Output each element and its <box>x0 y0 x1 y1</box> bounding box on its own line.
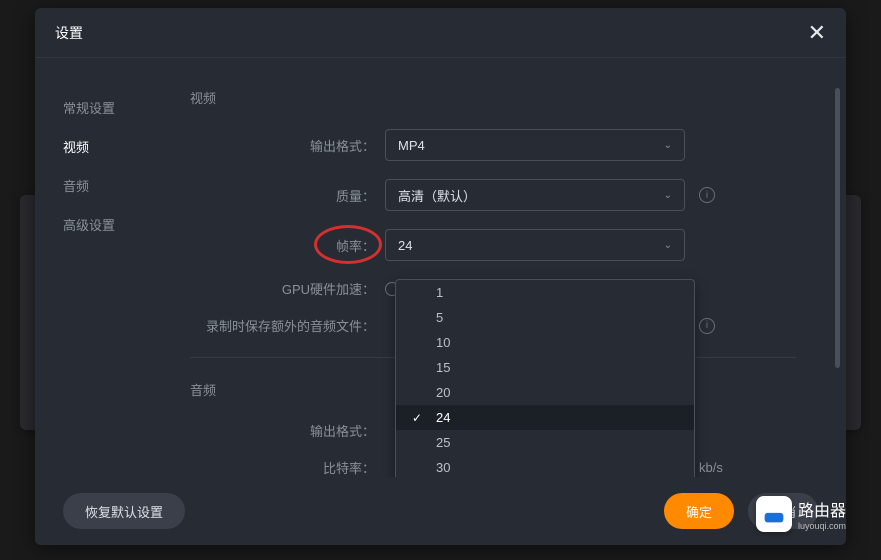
reset-button[interactable]: 恢复默认设置 <box>63 493 185 529</box>
sidebar: 常规设置 视频 音频 高级设置 <box>35 58 190 477</box>
framerate-option-24[interactable]: 24 <box>396 405 694 430</box>
close-icon[interactable]: ✕ <box>808 20 826 46</box>
framerate-value: 24 <box>398 238 412 253</box>
bitrate-unit: kb/s <box>699 460 723 475</box>
chevron-down-icon: ⌄ <box>664 240 672 251</box>
section-title-video: 视频 <box>190 88 796 107</box>
gpu-label: GPU硬件加速： <box>190 279 385 298</box>
footer: 恢复默认设置 确定 取消 <box>35 477 846 545</box>
info-icon[interactable]: i <box>699 187 715 203</box>
router-icon <box>756 496 792 532</box>
settings-dialog: 设置 ✕ 常规设置 视频 音频 高级设置 视频 输出格式： MP4 ⌄ 质量： <box>35 8 846 545</box>
framerate-option-15[interactable]: 15 <box>396 355 694 380</box>
framerate-label: 帧率： <box>190 236 385 255</box>
framerate-option-10[interactable]: 10 <box>396 330 694 355</box>
content-panel: 视频 输出格式： MP4 ⌄ 质量： 高清（默认） ⌄ i 帧率： <box>190 58 846 477</box>
branding-sub: luyouqi.com <box>798 521 846 531</box>
bitrate-label: 比特率： <box>190 458 385 477</box>
audio-format-label: 输出格式： <box>190 421 385 440</box>
framerate-option-25[interactable]: 25 <box>396 430 694 455</box>
branding-badge: 路由器 luyouqi.com <box>756 496 846 532</box>
framerate-select[interactable]: 24 ⌄ <box>385 229 685 261</box>
output-format-value: MP4 <box>398 138 425 153</box>
save-audio-label: 录制时保存额外的音频文件： <box>190 316 385 335</box>
scrollbar[interactable] <box>835 88 840 368</box>
quality-value: 高清（默认） <box>398 186 476 205</box>
dialog-title: 设置 <box>55 23 83 43</box>
sidebar-item-audio[interactable]: 音频 <box>63 166 190 205</box>
quality-select[interactable]: 高清（默认） ⌄ <box>385 179 685 211</box>
framerate-dropdown: 151015202425305060 <box>395 279 695 477</box>
ok-button[interactable]: 确定 <box>664 493 734 529</box>
quality-label: 质量： <box>190 186 385 205</box>
sidebar-item-video[interactable]: 视频 <box>63 127 190 166</box>
branding-name: 路由器 <box>798 503 846 520</box>
chevron-down-icon: ⌄ <box>664 140 672 151</box>
output-format-select[interactable]: MP4 ⌄ <box>385 129 685 161</box>
framerate-option-30[interactable]: 30 <box>396 455 694 477</box>
info-icon[interactable]: i <box>699 318 715 334</box>
sidebar-item-advanced[interactable]: 高级设置 <box>63 205 190 244</box>
framerate-option-5[interactable]: 5 <box>396 305 694 330</box>
sidebar-item-general[interactable]: 常规设置 <box>63 88 190 127</box>
output-format-label: 输出格式： <box>190 136 385 155</box>
framerate-option-20[interactable]: 20 <box>396 380 694 405</box>
title-bar: 设置 ✕ <box>35 8 846 58</box>
framerate-option-1[interactable]: 1 <box>396 280 694 305</box>
chevron-down-icon: ⌄ <box>664 190 672 201</box>
